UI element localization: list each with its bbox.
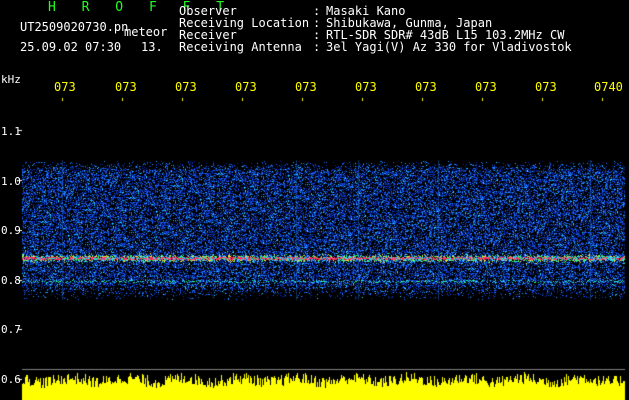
time-tick-label: 073: [295, 80, 317, 94]
time-tick-label: 073: [175, 80, 197, 94]
time-tick-label: 073: [235, 80, 257, 94]
filename: UT2509020730.pn: [20, 20, 129, 34]
y-tick-label: 0.9: [1, 224, 21, 237]
time-tick-label: 073: [115, 80, 137, 94]
time-tick-label: 073: [415, 80, 437, 94]
y-axis-unit: kHz: [1, 73, 21, 86]
field-sep: :: [313, 40, 321, 54]
meteor-label: meteor: [124, 25, 168, 39]
time-tick-label: 0740: [594, 80, 623, 94]
spectrogram: [0, 0, 629, 400]
y-tick-label: 0.7: [1, 323, 21, 336]
meteor-count: 13.: [141, 40, 163, 54]
time-tick-label: 073: [355, 80, 377, 94]
time-tick-label: 073: [535, 80, 557, 94]
y-tick-label: 0.6: [1, 373, 21, 386]
time-tick-label: 073: [54, 80, 76, 94]
y-tick-label: 1.0: [1, 175, 21, 188]
field-value-antenna: 3el Yagi(V) Az 330 for Vladivostok: [326, 40, 572, 54]
field-label-antenna: Receiving Antenna: [179, 40, 302, 54]
y-tick-label: 0.8: [1, 274, 21, 287]
time-tick-label: 073: [475, 80, 497, 94]
datetime: 25.09.02 07:30: [20, 40, 122, 54]
y-tick-label: 1.1: [1, 125, 21, 138]
